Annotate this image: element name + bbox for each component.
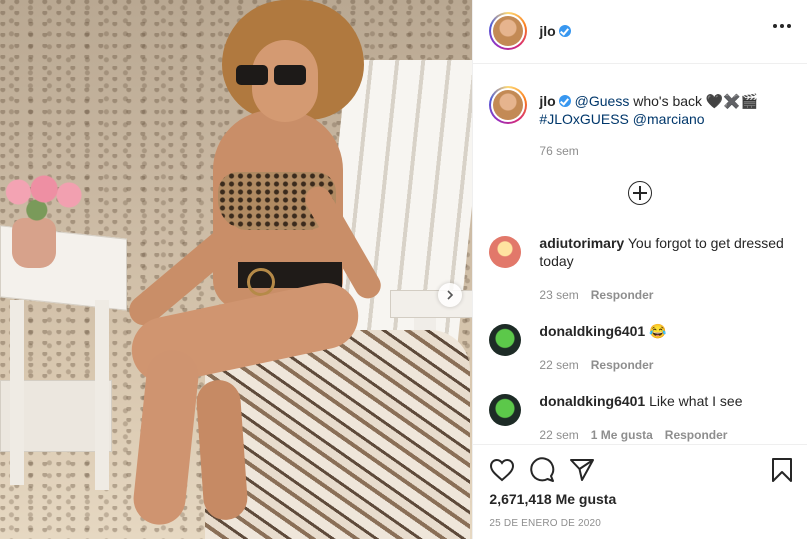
table-leg — [95, 300, 109, 490]
commenter-avatar[interactable] — [489, 394, 522, 426]
post-date[interactable]: 25 DE ENERO DE 2020 — [489, 518, 601, 529]
post-actions: 2,671,418 Me gusta 25 DE ENERO DE 2020 — [473, 444, 807, 540]
comment-text: donaldking6401 😂 — [539, 322, 789, 340]
caption-body: who's back 🖤✖️🎬 — [629, 93, 759, 109]
likes-count[interactable]: 2,671,418 Me gusta — [489, 491, 616, 507]
commenter-avatar[interactable] — [489, 324, 522, 356]
comment-text: donaldking6401 Like what I see — [539, 392, 789, 410]
comment-meta: 23 sem Responder — [539, 288, 653, 302]
table-leg — [10, 300, 24, 485]
author-avatar[interactable] — [489, 86, 528, 124]
comment-icon[interactable] — [529, 457, 555, 483]
comments-section: jlo @Guess who's back 🖤✖️🎬 #JLOxGUESS @m… — [473, 64, 807, 444]
comment-meta: 22 sem Responder — [539, 358, 653, 372]
verified-badge-icon — [558, 25, 571, 37]
comment-age[interactable]: 23 sem — [539, 288, 578, 302]
comment-text: adiutorimary You forgot to get dressed t… — [539, 234, 789, 270]
comment-likes[interactable]: 1 Me gusta — [591, 428, 653, 442]
next-arrow-icon[interactable] — [438, 283, 462, 307]
comment-body: Like what I see — [649, 393, 743, 409]
comment-username[interactable]: donaldking6401 — [539, 393, 645, 409]
belt-buckle — [247, 268, 275, 296]
pink-roses — [0, 168, 92, 228]
load-more-icon[interactable] — [628, 181, 653, 205]
caption-username[interactable]: jlo — [539, 93, 555, 109]
reply-button[interactable]: Responder — [591, 288, 654, 302]
reply-button[interactable]: Responder — [665, 428, 728, 442]
comment-username[interactable]: donaldking6401 — [539, 323, 645, 339]
comment-username[interactable]: adiutorimary — [539, 235, 624, 251]
heart-icon[interactable] — [489, 458, 515, 482]
sunglasses — [236, 65, 308, 87]
caption-text: jlo @Guess who's back 🖤✖️🎬 #JLOxGUESS @m… — [539, 92, 799, 128]
comment-body: 😂 — [649, 323, 667, 339]
share-icon[interactable] — [569, 458, 595, 482]
caption-age[interactable]: 76 sem — [539, 144, 578, 158]
caption-mention[interactable]: @marciano — [633, 111, 705, 127]
verified-badge-icon — [558, 95, 571, 107]
commenter-avatar[interactable] — [489, 236, 522, 268]
comment-meta: 22 sem 1 Me gusta Responder — [539, 428, 727, 442]
post-photo[interactable] — [0, 0, 473, 539]
more-options-icon[interactable] — [773, 24, 792, 28]
caption-mention[interactable]: @Guess — [575, 93, 630, 109]
comment-age[interactable]: 22 sem — [539, 428, 578, 442]
caption-hashtag[interactable]: #JLOxGUESS — [539, 111, 628, 127]
post-header: jlo — [473, 0, 807, 64]
post-sidebar: jlo jlo @Guess who's back 🖤✖️🎬 #JLOxGUES… — [472, 0, 807, 539]
author-avatar[interactable] — [489, 12, 528, 50]
bookmark-icon[interactable] — [771, 457, 793, 483]
author-username[interactable]: jlo — [539, 23, 555, 39]
reply-button[interactable]: Responder — [591, 358, 654, 372]
instagram-post: jlo jlo @Guess who's back 🖤✖️🎬 #JLOxGUES… — [0, 0, 807, 539]
comment-age[interactable]: 22 sem — [539, 358, 578, 372]
